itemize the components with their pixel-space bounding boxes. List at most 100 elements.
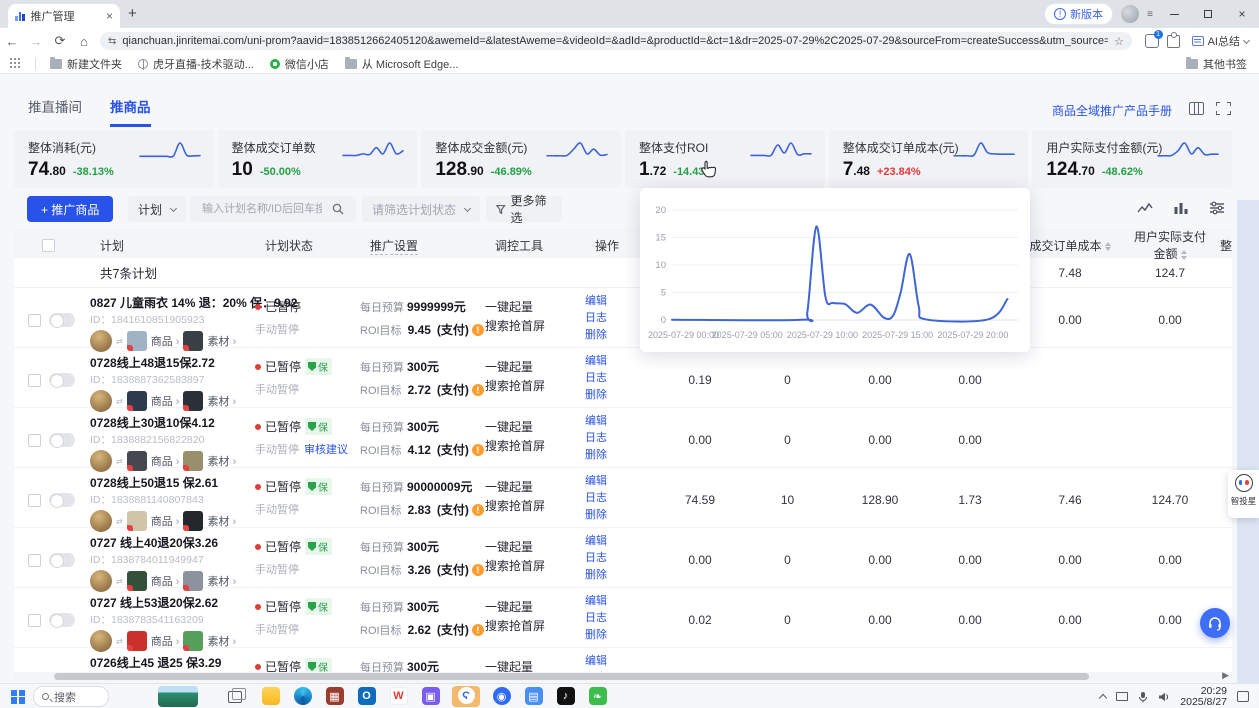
close-button[interactable]: ×	[1229, 4, 1255, 24]
forward-icon[interactable]: →	[24, 34, 48, 49]
one-key-boost-link[interactable]: 一键起量	[485, 598, 585, 617]
review-suggestion-link[interactable]: 审核建议	[304, 444, 348, 456]
outlook-icon[interactable]: O	[356, 686, 377, 707]
one-key-boost-link[interactable]: 一键起量	[485, 358, 585, 377]
material-thumbnail[interactable]	[183, 451, 203, 471]
zhitouxing-widget[interactable]: 智投星	[1228, 470, 1259, 518]
other-bookmarks[interactable]: 其他书签	[1203, 56, 1247, 72]
file-explorer-icon[interactable]	[260, 686, 281, 707]
plan-toggle[interactable]	[49, 613, 75, 627]
columns-icon[interactable]	[1173, 200, 1189, 216]
material-link[interactable]: 素材 ›	[207, 393, 236, 409]
stat-card[interactable]: 用户实际支付金额(元) 124 .70 -48.62%	[1032, 130, 1232, 188]
start-button[interactable]	[8, 686, 28, 707]
product-link[interactable]: 商品 ›	[151, 513, 180, 529]
delete-link[interactable]: 删除	[585, 387, 655, 404]
sort-icon[interactable]	[1181, 250, 1187, 260]
home-icon[interactable]: ⌂	[72, 34, 96, 49]
header-user-pay[interactable]: 用户实际支付金额	[1130, 228, 1210, 262]
task-view-button[interactable]	[226, 686, 244, 707]
tab-live-room[interactable]: 推直播间	[28, 96, 82, 127]
stat-card[interactable]: 整体成交订单成本(元) 7 .48 +23.84%	[829, 130, 1029, 188]
log-link[interactable]: 日志	[585, 490, 655, 507]
warning-icon[interactable]: !	[472, 324, 484, 336]
material-link[interactable]: 素材 ›	[207, 633, 236, 649]
minimize-button[interactable]	[1161, 4, 1187, 24]
search-grab-link[interactable]: 搜索抢首屏	[485, 317, 585, 336]
browser-tab[interactable]: 推广管理 ×	[8, 4, 120, 28]
material-thumbnail[interactable]	[183, 511, 203, 531]
product-link[interactable]: 商品 ›	[151, 573, 180, 589]
taskbar-search[interactable]: 搜索	[33, 686, 109, 707]
search-grab-link[interactable]: 搜索抢首屏	[485, 497, 585, 516]
new-tab-button[interactable]: +	[128, 5, 137, 22]
product-link[interactable]: 商品 ›	[151, 453, 180, 469]
product-thumbnail[interactable]	[127, 391, 147, 411]
bookmark-item[interactable]: 微信小店	[270, 56, 329, 72]
edge-browser-icon[interactable]	[292, 686, 313, 707]
browser-circle-app-icon[interactable]: ◉	[491, 686, 512, 707]
tray-expand-icon[interactable]	[1099, 694, 1107, 702]
row-checkbox[interactable]	[28, 614, 41, 627]
edit-link[interactable]: 编辑	[585, 473, 655, 490]
back-icon[interactable]: ←	[0, 34, 24, 49]
product-link[interactable]: 商品 ›	[151, 393, 180, 409]
product-link[interactable]: 商品 ›	[151, 633, 180, 649]
bookmark-item[interactable]: 从 Microsoft Edge...	[345, 56, 459, 72]
header-overall[interactable]: 整体	[1210, 237, 1232, 254]
product-thumbnail[interactable]	[127, 511, 147, 531]
material-thumbnail[interactable]	[183, 391, 203, 411]
wps-icon[interactable]: W	[388, 686, 409, 707]
one-key-boost-link[interactable]: 一键起量	[485, 298, 585, 317]
warning-icon[interactable]: !	[472, 444, 484, 456]
sort-icon[interactable]	[1105, 242, 1111, 252]
warning-icon[interactable]: !	[472, 384, 484, 396]
plan-toggle[interactable]	[49, 313, 75, 327]
horizontal-scrollbar[interactable]: ▶	[14, 672, 1232, 681]
blue-tile-app-icon[interactable]: ▤	[523, 686, 544, 707]
header-plan[interactable]: 计划	[90, 237, 255, 254]
help-fab-button[interactable]	[1200, 608, 1230, 638]
material-link[interactable]: 素材 ›	[207, 453, 236, 469]
workspace-app-icon[interactable]: ▣	[420, 686, 441, 707]
material-thumbnail[interactable]	[183, 571, 203, 591]
scroll-right-icon[interactable]: ▶	[1222, 670, 1229, 681]
apps-grid-icon[interactable]	[10, 58, 21, 69]
scrollbar-thumb[interactable]	[54, 673, 1089, 680]
material-link[interactable]: 素材 ›	[207, 333, 236, 349]
product-thumbnail[interactable]	[127, 451, 147, 471]
log-link[interactable]: 日志	[585, 550, 655, 567]
search-grab-link[interactable]: 搜索抢首屏	[485, 617, 585, 636]
edit-link[interactable]: 编辑	[585, 593, 655, 610]
store-app-icon[interactable]: ▦	[324, 686, 345, 707]
url-bar[interactable]: ⇆ qianchuan.jinritemai.com/uni-prom?aavi…	[100, 32, 1132, 50]
row-checkbox[interactable]	[28, 434, 41, 447]
plan-toggle[interactable]	[49, 553, 75, 567]
stat-card[interactable]: 整体成交金额(元) 128 .90 -46.89%	[421, 130, 621, 188]
material-link[interactable]: 素材 ›	[207, 513, 236, 529]
search-grab-link[interactable]: 搜索抢首屏	[485, 377, 585, 396]
wechat-store-icon[interactable]: ❧	[587, 686, 608, 707]
row-checkbox[interactable]	[28, 314, 41, 327]
more-filter-button[interactable]: 更多筛选	[486, 196, 562, 222]
edit-link[interactable]: 编辑	[585, 413, 655, 430]
one-key-boost-link[interactable]: 一键起量	[485, 418, 585, 437]
display-icon[interactable]	[1116, 692, 1128, 701]
log-link[interactable]: 日志	[585, 430, 655, 447]
plan-toggle[interactable]	[49, 493, 75, 507]
log-link[interactable]: 日志	[585, 610, 655, 627]
search-grab-link[interactable]: 搜索抢首屏	[485, 557, 585, 576]
extensions-puzzle-icon[interactable]	[1167, 35, 1180, 48]
douyin-icon[interactable]: ♪	[555, 686, 576, 707]
clock[interactable]: 20:29 2025/8/27	[1180, 686, 1227, 708]
material-thumbnail[interactable]	[183, 331, 203, 351]
search-grab-link[interactable]: 搜索抢首屏	[485, 437, 585, 456]
row-checkbox[interactable]	[28, 494, 41, 507]
stat-card[interactable]: 整体支付ROI 1 .72 -14.43%	[625, 130, 825, 188]
delete-link[interactable]: 删除	[585, 447, 655, 464]
bookmark-star-icon[interactable]: ☆	[1114, 35, 1124, 48]
weather-widget[interactable]	[158, 686, 198, 707]
select-all-checkbox[interactable]	[42, 239, 55, 252]
menu-icon[interactable]: ≡	[1147, 9, 1153, 20]
avatar[interactable]	[1121, 5, 1139, 23]
